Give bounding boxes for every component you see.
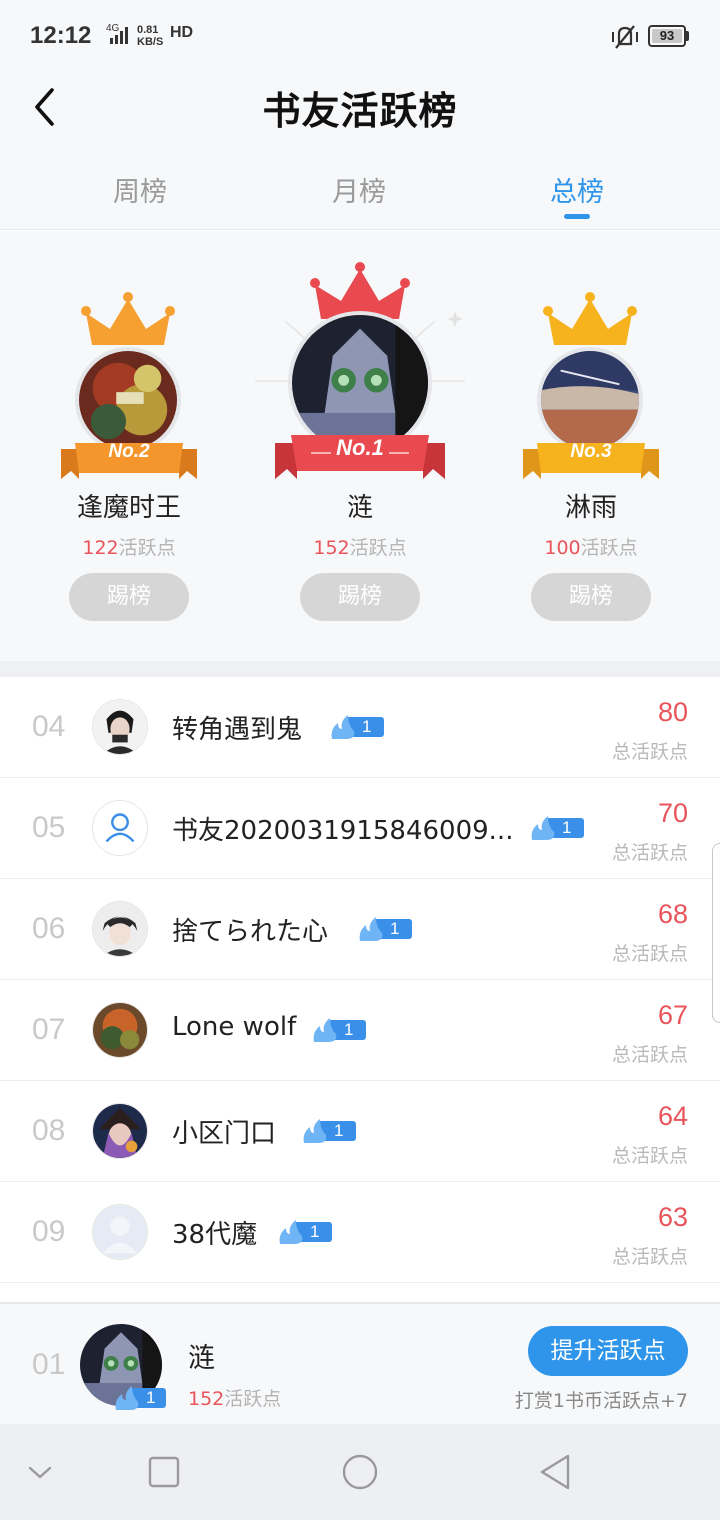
score-label: 总活跃点	[611, 842, 688, 864]
home-icon[interactable]	[340, 1452, 380, 1492]
flame-icon	[331, 715, 384, 739]
flame-icon	[313, 1018, 366, 1042]
signal-icon	[110, 27, 128, 44]
username: Lone wolf	[172, 1012, 297, 1042]
username: 转角遇到鬼	[172, 715, 303, 745]
kick-button[interactable]: 踢榜	[531, 573, 651, 621]
username: 逢魔时王	[76, 493, 181, 523]
rank-number: 06	[32, 912, 66, 945]
boost-activity-button[interactable]: 提升活跃点	[528, 1326, 688, 1376]
username: 书友2020031915846009...	[172, 816, 514, 846]
score-value: 67	[657, 1000, 688, 1030]
flame-icon	[115, 1386, 166, 1410]
avatar-image	[93, 1003, 147, 1057]
tab-total[interactable]: 总榜	[497, 170, 657, 209]
flame-icon	[531, 816, 584, 840]
my-activity-score: 152活跃点	[188, 1388, 282, 1410]
rank-label: No.3	[570, 441, 612, 462]
battery-icon: 93	[648, 25, 686, 47]
score-label: 总活跃点	[611, 1145, 688, 1167]
rank-label: No.1	[336, 435, 384, 460]
list-item[interactable]: 04 转角遇到鬼 1 80 总活跃点	[0, 677, 720, 778]
vibrate-icon	[612, 25, 638, 49]
list-item[interactable]: 06 捨てられた心 1 68 总活跃点	[0, 879, 720, 980]
score-value: 68	[657, 899, 688, 929]
page-title: 书友活跃榜	[262, 88, 458, 133]
top-three-podium: No.2 逢魔时王 122活跃点 踢榜 No.1 涟 152活跃点 踢榜 No.…	[0, 231, 720, 661]
level-badge: 1	[114, 1386, 166, 1410]
kick-button[interactable]: 踢榜	[69, 573, 189, 621]
flame-icon	[303, 1119, 356, 1143]
crown-icon	[81, 292, 175, 345]
avatar-image	[93, 1104, 147, 1158]
status-bar: 12:12 4G 0.81 KB/S HD 93	[0, 0, 720, 72]
list-item[interactable]: 09 38代魔 1 63 总活跃点	[0, 1182, 720, 1283]
avatar-image	[93, 700, 147, 754]
username: 小区门口	[172, 1119, 277, 1149]
avatar[interactable]	[92, 800, 148, 856]
avatar[interactable]	[92, 1002, 148, 1058]
username: 淋雨	[564, 493, 617, 523]
flame-icon	[279, 1220, 332, 1244]
header: 书友活跃榜	[0, 72, 720, 152]
boost-hint: 打赏1书币活跃点+7	[514, 1390, 688, 1412]
level-badge: 1	[278, 1220, 332, 1244]
active-tab-indicator	[564, 214, 590, 219]
kick-button[interactable]: 踢榜	[300, 573, 420, 621]
tab-weekly[interactable]: 周榜	[60, 170, 220, 209]
recents-icon[interactable]	[144, 1452, 184, 1492]
status-time: 12:12	[30, 22, 92, 49]
score-value: 70	[657, 798, 688, 828]
activity-score: 152活跃点	[313, 537, 407, 559]
level-badge: 1	[312, 1018, 366, 1042]
level-badge: 1	[358, 917, 412, 941]
rank-label: No.2	[108, 441, 150, 462]
level-badge: 1	[530, 816, 584, 840]
rank-number: 05	[32, 811, 66, 844]
score-label: 总活跃点	[611, 741, 688, 763]
list-item[interactable]: 08 小区门口 1 64 总活跃点	[0, 1081, 720, 1182]
rank-number: 09	[32, 1215, 66, 1248]
my-rank-number: 01	[32, 1348, 66, 1381]
chevron-down-icon[interactable]	[20, 1452, 60, 1492]
default-avatar-icon	[93, 1205, 147, 1259]
level-badge: 1	[330, 715, 384, 739]
edge-handle[interactable]	[712, 843, 720, 1023]
flame-icon	[359, 917, 412, 941]
username: 38代魔	[172, 1220, 258, 1250]
tab-monthly[interactable]: 月榜	[279, 170, 439, 209]
username: 涟	[346, 493, 373, 523]
list-item[interactable]: 07 Lone wolf 1 67 总活跃点	[0, 980, 720, 1081]
default-user-icon	[93, 801, 147, 855]
avatar-image	[93, 902, 147, 956]
rank-number: 04	[32, 710, 66, 743]
network-speed: 0.81 KB/S	[137, 24, 164, 48]
rank-number: 07	[32, 1013, 66, 1046]
my-username: 涟	[188, 1343, 215, 1374]
level-badge: 1	[302, 1119, 356, 1143]
activity-score: 122活跃点	[82, 537, 176, 559]
avatar[interactable]	[92, 901, 148, 957]
list-item[interactable]: 05 书友2020031915846009... 1 70 总活跃点	[0, 778, 720, 879]
score-value: 80	[657, 697, 688, 727]
avatar[interactable]	[92, 699, 148, 755]
username: 捨てられた心	[172, 917, 329, 947]
avatar[interactable]	[92, 1204, 148, 1260]
avatar[interactable]	[92, 1103, 148, 1159]
score-value: 64	[657, 1101, 688, 1131]
section-divider	[0, 661, 720, 677]
rank-number: 08	[32, 1114, 66, 1147]
activity-score: 100活跃点	[544, 537, 638, 559]
score-label: 总活跃点	[611, 943, 688, 965]
score-label: 总活跃点	[611, 1246, 688, 1268]
score-value: 63	[657, 1202, 688, 1232]
back-icon[interactable]	[536, 1452, 576, 1492]
my-rank-bar: 01 1 涟 152活跃点 提升活跃点 打赏1书币活跃点+7	[0, 1302, 720, 1424]
tab-bar: 周榜 月榜 总榜	[0, 152, 720, 230]
system-nav-bar	[0, 1424, 720, 1520]
score-label: 总活跃点	[611, 1044, 688, 1066]
hd-indicator: HD	[170, 24, 194, 41]
crown-icon	[543, 292, 637, 345]
